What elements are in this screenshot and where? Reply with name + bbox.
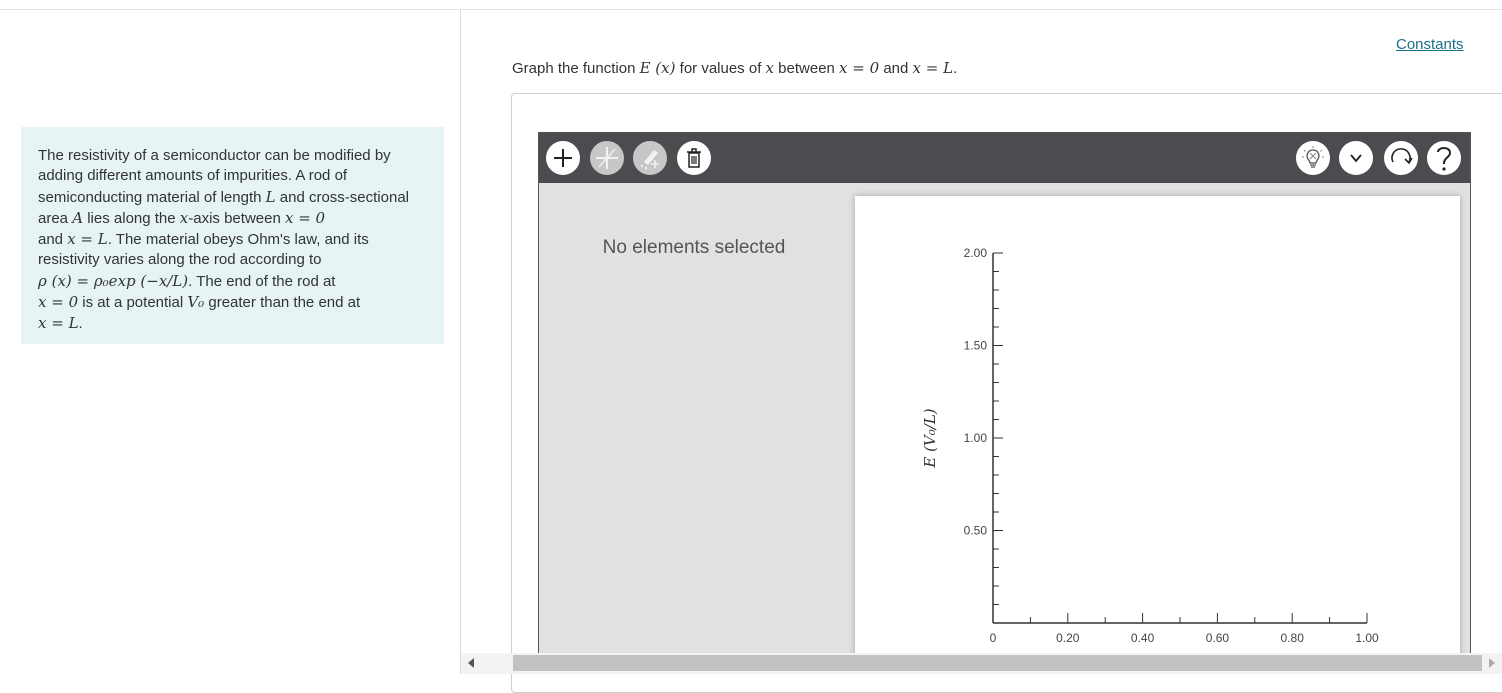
delete-icon [687,148,701,168]
prompt-text: between [774,60,840,77]
math-equation: x = L [38,314,79,333]
x-tick-label: 0.40 [1131,631,1155,645]
problem-text: lies along the [83,209,180,227]
horizontal-scrollbar[interactable] [461,653,1502,674]
help-button[interactable] [1427,141,1461,175]
x-tick-label: 0.60 [1206,631,1230,645]
math-symbol: x [765,59,774,77]
selection-panel: No elements selected [539,183,849,661]
problem-text: -axis between [188,209,285,227]
edit-add-icon [640,150,659,170]
problem-text: greater than the end at [204,294,361,312]
problem-statement: The resistivity of a semiconductor can b… [21,127,444,344]
math-symbol: V₀ [187,293,205,312]
question-prompt: Graph the function E (x) for values of x… [512,59,957,77]
x-tick-label: 0.80 [1281,631,1305,645]
math-equation: x = L [912,59,954,77]
math-symbol: x [179,208,189,227]
problem-text: and [38,231,68,249]
no-selection-message: No elements selected [602,237,786,258]
problem-text: is at a potential [78,294,188,312]
y-tick-label: 0.50 [964,524,988,538]
add-line-icon [596,147,618,169]
prompt-text: . [953,60,958,77]
graphing-tool: No elements selected 0.50 1.00 1.50 2.00 0 0.… [538,132,1471,662]
help-icon [1437,147,1452,171]
scroll-thumb[interactable] [513,655,1482,671]
add-line-button[interactable] [590,141,624,175]
y-axis-label: E (V₀/L) [921,408,939,468]
hint-lightbulb-icon [1302,146,1324,168]
math-equation: ρ (x) = ρ₀exp (−x/L) [38,271,189,290]
math-function: E (x) [639,59,676,77]
graph-toolbar [539,133,1470,183]
scroll-left-icon[interactable] [468,658,474,668]
x-tick-label: 1.00 [1355,631,1379,645]
constants-link[interactable]: Constants [1396,36,1464,53]
chevron-down-icon [1350,154,1362,163]
math-equation: x = 0 [839,59,880,77]
x-tick-label: 0 [990,631,997,645]
scroll-right-icon[interactable] [1489,658,1495,668]
math-equation: x = L [67,230,108,249]
add-icon [554,149,572,167]
hint-button[interactable] [1296,141,1330,175]
math-equation: x = 0 [284,208,326,227]
prompt-text: for values of [675,60,766,77]
options-dropdown-button[interactable] [1339,141,1373,175]
math-symbol: A [72,208,84,227]
top-rule [0,9,1502,10]
graph-plot[interactable]: 0.50 1.00 1.50 2.00 0 0.20 0.40 0.60 0.80 1.00 E (… [855,196,1460,662]
y-tick-label: 1.00 [964,431,988,445]
edit-add-button[interactable] [633,141,667,175]
problem-text: . [78,315,83,333]
reset-button[interactable] [1384,141,1418,175]
y-tick-label: 1.50 [964,339,988,353]
prompt-text: Graph the function [512,60,640,77]
delete-button[interactable] [677,141,711,175]
pane-divider [460,10,461,674]
problem-text: . The end of the rod at [188,272,336,290]
y-tick-label: 2.00 [964,246,988,260]
x-tick-label: 0.20 [1056,631,1080,645]
reset-icon [1391,148,1413,165]
math-symbol: L [265,187,276,206]
graph-canvas[interactable]: 0.50 1.00 1.50 2.00 0 0.20 0.40 0.60 0.80 1.00 E (… [855,196,1460,662]
add-button[interactable] [546,141,580,175]
prompt-text: and [879,60,913,77]
math-equation: x = 0 [38,293,79,312]
